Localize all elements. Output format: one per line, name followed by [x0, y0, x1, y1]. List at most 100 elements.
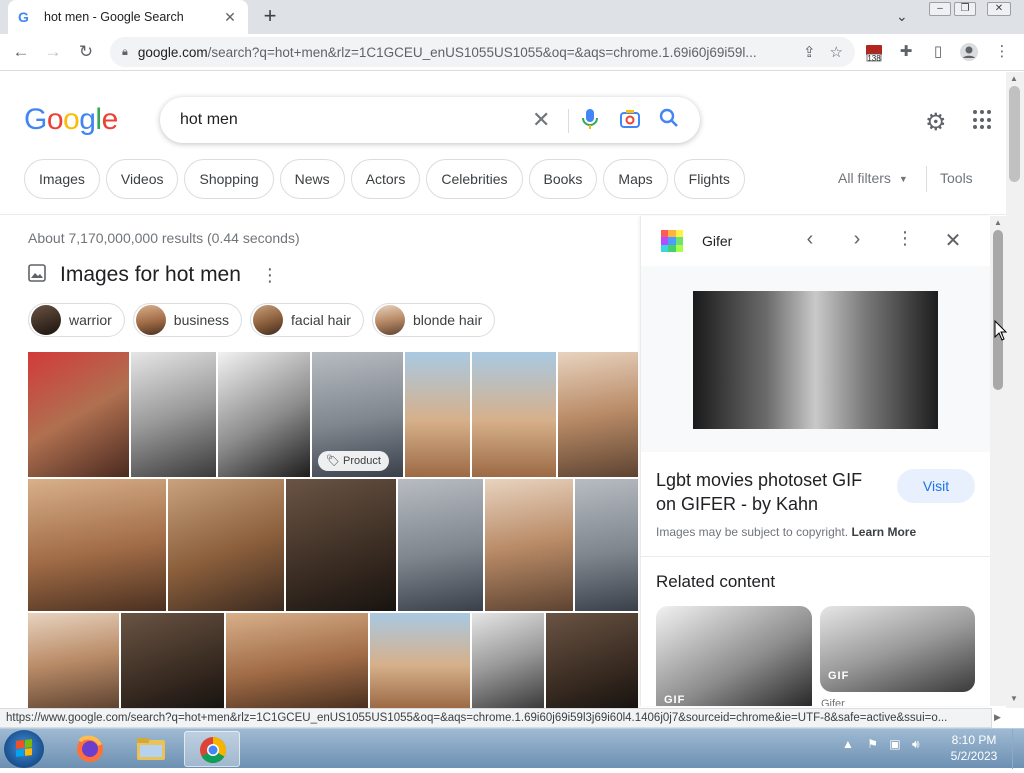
preview-header: Gifer ‹ › ⋮ ✕ — [641, 216, 990, 266]
refine-chip-warrior[interactable]: warrior — [28, 303, 125, 337]
tools-button[interactable]: Tools — [940, 170, 973, 186]
lock-icon: 🔒︎ — [122, 45, 128, 58]
preview-title[interactable]: Lgbt movies photoset GIF on GIFER - by K… — [656, 468, 886, 516]
side-panel-icon[interactable]: ▯ — [928, 42, 948, 62]
all-filters-button[interactable]: All filters ▼ — [838, 170, 908, 186]
chrome-menu-icon[interactable]: ⋮ — [992, 42, 1012, 62]
google-logo[interactable]: Google — [24, 103, 118, 137]
image-result[interactable] — [370, 613, 470, 708]
related-image[interactable]: GIF — [820, 606, 975, 692]
chip-videos[interactable]: Videos — [105, 159, 179, 199]
chevron-right-icon[interactable]: › — [845, 228, 869, 251]
panel-scroll-thumb[interactable] — [993, 230, 1003, 390]
scroll-up-arrow-icon[interactable]: ▲ — [1006, 74, 1022, 83]
refine-chip-business[interactable]: business — [132, 303, 243, 337]
volume-icon[interactable]: 🔊︎ — [912, 737, 920, 751]
refine-chip-facial-hair[interactable]: facial hair — [250, 303, 364, 337]
scroll-down-arrow-icon[interactable]: ▼ — [1006, 694, 1022, 703]
bookmark-star-icon[interactable]: ☆ — [830, 43, 843, 61]
gif-tag: GIF — [828, 670, 850, 682]
preview-image[interactable] — [693, 291, 938, 429]
taskbar-chrome[interactable] — [184, 731, 240, 767]
browser-tab[interactable]: G hot men - Google Search ✕ — [8, 0, 248, 34]
settings-gear-icon[interactable]: ⚙ — [925, 108, 947, 137]
url-text[interactable]: google.com/search?q=hot+men&rlz=1C1GCEU_… — [138, 45, 789, 60]
reload-icon[interactable]: ↻ — [75, 41, 97, 63]
refine-chip-blonde-hair[interactable]: blonde hair — [371, 303, 496, 337]
status-bar-url: https://www.google.com/search?q=hot+men&… — [0, 708, 992, 728]
start-button[interactable] — [4, 730, 44, 768]
chevron-left-icon[interactable]: ‹ — [798, 228, 822, 251]
restore-button[interactable]: ❐ — [954, 2, 976, 16]
image-result[interactable] — [121, 613, 224, 708]
chip-actors[interactable]: Actors — [350, 159, 421, 199]
chip-images[interactable]: Images — [24, 159, 100, 199]
search-input[interactable] — [180, 108, 520, 132]
taskbar-clock[interactable]: 8:10 PM 5/2/2023 — [944, 732, 1004, 764]
search-icon[interactable] — [658, 107, 680, 134]
close-window-button[interactable]: ✕ — [987, 2, 1011, 16]
system-tray: ▲ ⚑ ▣ 🔊︎ — [842, 737, 920, 752]
show-hidden-icons-icon[interactable]: ▲ — [842, 737, 854, 751]
close-tab-icon[interactable]: ✕ — [222, 9, 238, 26]
clear-search-icon[interactable]: ✕ — [532, 107, 550, 133]
page-scroll-thumb[interactable] — [1009, 86, 1020, 182]
extensions-puzzle-icon[interactable]: ✚ — [896, 42, 916, 62]
image-result[interactable]: 🏷︎ Product — [312, 352, 403, 477]
image-result[interactable] — [131, 352, 216, 477]
panel-scrollbar[interactable]: ▲ — [990, 216, 1006, 706]
new-tab-button[interactable]: + — [258, 5, 282, 29]
profile-avatar-icon[interactable] — [959, 42, 979, 62]
image-result[interactable] — [28, 352, 129, 477]
chip-books[interactable]: Books — [528, 159, 598, 199]
image-result[interactable] — [558, 352, 638, 477]
show-desktop-button[interactable] — [1012, 729, 1024, 769]
back-icon[interactable]: ← — [10, 41, 32, 63]
image-result[interactable] — [218, 352, 310, 477]
minimize-button[interactable]: – — [929, 2, 951, 16]
forward-icon[interactable]: → — [42, 41, 64, 63]
firefox-icon — [77, 735, 103, 762]
tab-search-icon[interactable]: ⌄ — [896, 8, 908, 25]
image-result[interactable] — [398, 479, 483, 611]
chip-maps[interactable]: Maps — [603, 159, 668, 199]
more-options-icon[interactable]: ⋮ — [261, 265, 279, 286]
chip-shopping[interactable]: Shopping — [184, 159, 274, 199]
scroll-right-arrow-icon[interactable]: ▶ — [994, 712, 1001, 723]
page-scrollbar[interactable]: ▲ ▼ — [1006, 72, 1024, 708]
image-result[interactable] — [472, 352, 556, 477]
close-icon[interactable]: ✕ — [941, 228, 965, 253]
address-bar[interactable]: 🔒︎ google.com/search?q=hot+men&rlz=1C1GC… — [110, 37, 855, 67]
more-options-icon[interactable]: ⋮ — [893, 228, 917, 249]
action-center-flag-icon[interactable]: ⚑ — [867, 737, 878, 751]
related-image[interactable]: GIF — [656, 606, 812, 706]
image-result[interactable] — [485, 479, 573, 611]
image-result[interactable] — [286, 479, 396, 611]
chip-celebrities[interactable]: Celebrities — [426, 159, 523, 199]
network-icon[interactable]: ▣ — [889, 737, 900, 751]
image-result[interactable] — [28, 613, 119, 708]
extension-icon[interactable]: 138 — [864, 42, 884, 63]
google-apps-icon[interactable] — [973, 110, 993, 130]
microphone-icon[interactable] — [580, 107, 600, 136]
learn-more-link[interactable]: Learn More — [851, 525, 916, 539]
taskbar-firefox[interactable] — [62, 731, 118, 767]
preview-source-name[interactable]: Gifer — [702, 233, 732, 249]
images-section-title[interactable]: Images for hot men — [60, 263, 241, 287]
image-result[interactable] — [28, 479, 166, 611]
google-favicon-icon: G — [18, 9, 29, 25]
share-icon[interactable]: ⇪ — [803, 43, 816, 61]
preview-image-area — [641, 266, 990, 452]
image-result[interactable] — [226, 613, 368, 708]
image-result[interactable] — [168, 479, 284, 611]
chip-flights[interactable]: Flights — [673, 159, 745, 199]
chip-news[interactable]: News — [279, 159, 345, 199]
image-result[interactable] — [405, 352, 470, 477]
camera-lens-icon[interactable] — [619, 108, 641, 135]
image-result[interactable] — [472, 613, 544, 708]
scroll-up-arrow-icon[interactable]: ▲ — [990, 218, 1006, 227]
image-result[interactable] — [546, 613, 638, 708]
taskbar-file-explorer[interactable] — [123, 731, 179, 767]
image-result[interactable] — [575, 479, 638, 611]
visit-button[interactable]: Visit — [897, 469, 975, 503]
